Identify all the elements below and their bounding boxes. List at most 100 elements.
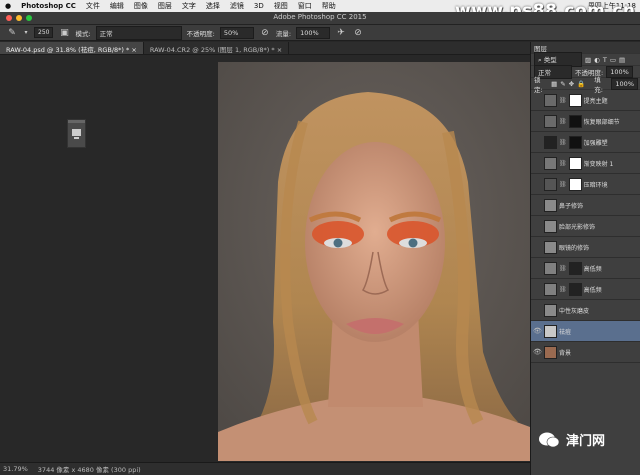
layer-thumbnail[interactable] (544, 93, 557, 107)
layer-name[interactable]: 渐变映射 1 (584, 159, 614, 168)
layer-row[interactable]: ⛓ 高低频 (531, 258, 640, 279)
link-icon[interactable]: ⛓ (559, 97, 567, 104)
menu-help[interactable]: 帮助 (317, 1, 341, 11)
layer-name[interactable]: 恢复眼部细节 (584, 117, 620, 126)
filter-smart-icon[interactable]: ▤ (619, 56, 625, 64)
layer-thumbnail[interactable] (544, 303, 557, 317)
layer-thumbnail[interactable] (544, 114, 557, 128)
floating-mini-panel[interactable] (67, 119, 86, 148)
brush-panel-icon[interactable]: ▣ (58, 27, 70, 39)
layer-name[interactable]: 鼻子修饰 (559, 201, 583, 210)
brush-tool-icon[interactable]: ✎ (6, 27, 18, 39)
lock-all-icon[interactable]: 🔒 (577, 80, 585, 88)
menu-view[interactable]: 视图 (269, 1, 293, 11)
link-icon[interactable]: ⛓ (559, 286, 567, 293)
lock-pixels-icon[interactable]: ▦ (551, 80, 557, 88)
layer-row[interactable]: ⛓ 渐变映射 1 (531, 153, 640, 174)
layer-thumbnail[interactable] (544, 177, 557, 191)
layer-mask-thumbnail[interactable] (568, 282, 582, 296)
link-icon[interactable]: ⛓ (559, 139, 567, 146)
layer-name[interactable]: 眼镜的修饰 (559, 243, 589, 252)
layer-thumbnail[interactable] (544, 156, 557, 170)
menu-image[interactable]: 图像 (129, 1, 153, 11)
filter-adjustment-icon[interactable]: ◐ (594, 56, 600, 64)
link-icon[interactable]: ⛓ (559, 265, 567, 272)
link-icon[interactable]: ⛓ (559, 118, 567, 125)
document-size[interactable]: 3744 像素 x 4680 像素 (300 ppi) (38, 464, 141, 474)
layer-thumbnail[interactable] (544, 198, 557, 212)
apple-icon[interactable]: ● (0, 2, 16, 10)
menu-layer[interactable]: 图层 (153, 1, 177, 11)
fill-input[interactable]: 100% (611, 77, 638, 90)
menu-filter[interactable]: 滤镜 (225, 1, 249, 11)
document-photo[interactable] (218, 62, 530, 461)
layer-mask-thumbnail[interactable] (568, 177, 582, 191)
layers-panel-title[interactable]: 图层 (534, 43, 547, 53)
layer-row[interactable]: ⛓ 压暗环境 (531, 174, 640, 195)
tab-raw04-cr2[interactable]: RAW-04.CR2 @ 25% (图层 1, RGB/8*) * × (144, 42, 290, 54)
airbrush-icon[interactable]: ✈ (335, 27, 347, 39)
layer-mask-thumbnail[interactable] (568, 93, 582, 107)
filter-type-icon[interactable]: T (603, 56, 607, 64)
layer-row[interactable]: 中性灰磨皮 (531, 300, 640, 321)
menu-window[interactable]: 窗口 (293, 1, 317, 11)
layer-mask-thumbnail[interactable] (568, 261, 582, 275)
brush-size-preset[interactable]: 250 (34, 27, 54, 38)
layer-thumbnail[interactable] (544, 135, 557, 149)
layer-mask-thumbnail[interactable] (568, 135, 582, 149)
layer-name[interactable]: 高低频 (584, 264, 602, 273)
eye-icon[interactable]: 👁 (531, 327, 544, 335)
layer-row[interactable]: 眼镜的修饰 (531, 237, 640, 258)
layer-name[interactable]: 加强雕塑 (584, 138, 608, 147)
layer-row[interactable]: ⛓ 高低频 (531, 279, 640, 300)
filter-pixel-icon[interactable]: ▨ (585, 56, 591, 64)
layer-name[interactable]: 脸部光影修饰 (559, 222, 595, 231)
layer-name[interactable]: 背景 (559, 348, 571, 357)
layer-thumbnail[interactable] (544, 261, 557, 275)
layer-name[interactable]: 高低频 (584, 285, 602, 294)
menu-3d[interactable]: 3D (249, 2, 269, 10)
menu-select[interactable]: 选择 (201, 1, 225, 11)
pressure-size-icon[interactable]: ⊘ (352, 27, 364, 39)
mini-panel-icon (68, 120, 85, 139)
layer-row[interactable]: ⛓ 提亮主题 (531, 90, 640, 111)
layer-opacity-input[interactable]: 100% (606, 65, 633, 78)
menu-edit[interactable]: 编辑 (105, 1, 129, 11)
layer-thumbnail[interactable] (544, 219, 557, 233)
layer-name[interactable]: 中性灰磨皮 (559, 306, 589, 315)
layer-row[interactable]: 脸部光影修饰 (531, 216, 640, 237)
layer-mask-thumbnail[interactable] (568, 156, 582, 170)
link-icon[interactable]: ⛓ (559, 160, 567, 167)
layer-row[interactable]: 👁 祛痘 (531, 321, 640, 342)
layer-name[interactable]: 提亮主题 (584, 96, 608, 105)
layer-thumbnail[interactable] (544, 240, 557, 254)
lock-paint-icon[interactable]: ✎ (560, 80, 565, 88)
layer-row[interactable]: ⛓ 加强雕塑 (531, 132, 640, 153)
layer-mask-thumbnail[interactable] (568, 114, 582, 128)
chevron-down-icon[interactable]: ▾ (23, 27, 29, 39)
layer-thumbnail[interactable] (544, 345, 557, 359)
flow-input[interactable]: 100% (296, 26, 331, 39)
tab-raw04-psd[interactable]: RAW-04.psd @ 31.8% (祛痘, RGB/8*) * × (0, 42, 144, 54)
layer-thumbnail[interactable] (544, 324, 557, 338)
pressure-opacity-icon[interactable]: ⊘ (259, 27, 271, 39)
menu-type[interactable]: 文字 (177, 1, 201, 11)
mode-select[interactable]: 正常 (95, 25, 182, 40)
layer-thumbnail[interactable] (544, 282, 557, 296)
menu-file[interactable]: 文件 (81, 1, 105, 11)
layer-row[interactable]: ⛓ 恢复眼部细节 (531, 111, 640, 132)
close-icon[interactable]: × (131, 46, 136, 54)
close-icon[interactable]: × (277, 46, 282, 54)
eye-icon[interactable]: 👁 (531, 348, 544, 356)
document-tabs: RAW-04.psd @ 31.8% (祛痘, RGB/8*) * × RAW-… (0, 42, 530, 55)
layer-name[interactable]: 祛痘 (559, 327, 571, 336)
app-menu[interactable]: Photoshop CC (16, 2, 81, 10)
layer-row[interactable]: 👁 背景 (531, 342, 640, 363)
opacity-input[interactable]: 50% (219, 26, 254, 39)
layer-row[interactable]: 鼻子修饰 (531, 195, 640, 216)
layer-name[interactable]: 压暗环境 (584, 180, 608, 189)
link-icon[interactable]: ⛓ (559, 181, 567, 188)
filter-shape-icon[interactable]: ▭ (610, 56, 616, 64)
lock-move-icon[interactable]: ✥ (569, 80, 574, 88)
zoom-level[interactable]: 31.79% (3, 465, 28, 473)
